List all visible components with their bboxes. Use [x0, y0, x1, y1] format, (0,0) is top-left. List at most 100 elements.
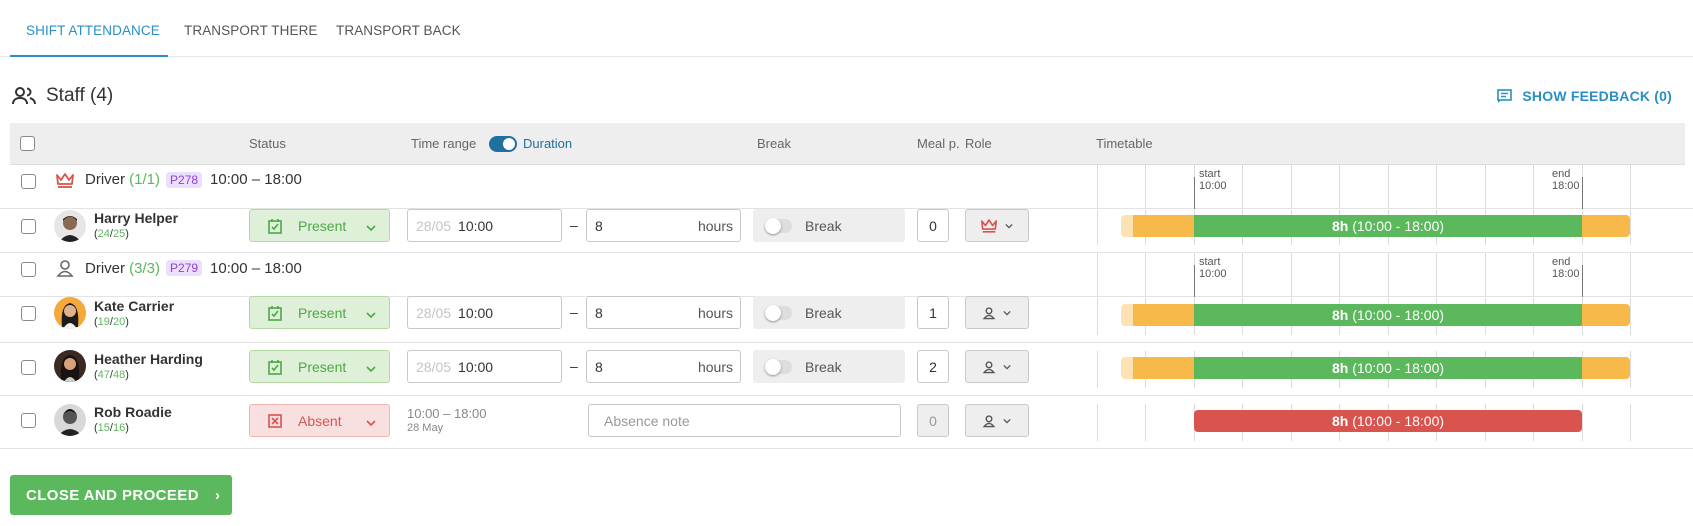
timetable-gridline: [1145, 404, 1146, 441]
pre-buffer: [1133, 304, 1194, 326]
timetable-gridline: [1630, 165, 1631, 209]
group-code-badge: P279: [166, 260, 203, 276]
duration-input[interactable]: 8 hours: [586, 296, 741, 329]
close-and-proceed-button[interactable]: CLOSE AND PROCEED ›: [10, 475, 232, 515]
start-date: 28/05: [416, 217, 452, 234]
col-time-range: Time range: [411, 136, 477, 151]
table-header: Status Time range Duration Break Meal p.…: [10, 123, 1685, 165]
break-switch[interactable]: [765, 358, 792, 375]
start-marker: [1194, 265, 1195, 297]
meal-input[interactable]: 2: [917, 350, 949, 383]
feedback-label: SHOW FEEDBACK (0): [1522, 88, 1672, 104]
row-checkbox[interactable]: [21, 360, 36, 375]
tab-transport-there[interactable]: TRANSPORT THERE: [184, 23, 318, 38]
timetable-gridline: [1097, 298, 1098, 335]
duration-toggle[interactable]: [489, 136, 517, 152]
status-select[interactable]: Present: [249, 296, 390, 329]
status-select[interactable]: Present: [249, 209, 390, 242]
timetable-gridline: [1097, 253, 1098, 297]
status-label: Present: [298, 217, 347, 234]
staff-title: Staff (4): [46, 85, 114, 106]
meal-input[interactable]: 0: [917, 209, 949, 242]
absent-date: 28 May: [407, 422, 444, 434]
group-count: (1/1): [129, 171, 161, 188]
status-select[interactable]: Absent: [249, 404, 390, 437]
timetable-gridline: [1485, 165, 1486, 209]
start-time-input[interactable]: 28/05 10:00: [407, 296, 562, 329]
timetable-gridline: [1388, 165, 1389, 209]
check-icon: [267, 218, 283, 234]
timetable-gridline: [1339, 253, 1340, 297]
duration-value: 8: [595, 358, 603, 375]
absence-note-input[interactable]: Absence note: [588, 404, 901, 437]
status-label: Present: [298, 358, 347, 375]
avatar: [54, 297, 86, 329]
end-time-label: 18:00: [1552, 268, 1580, 280]
timetable-gridline: [1097, 210, 1098, 245]
break-switch[interactable]: [765, 304, 792, 321]
bar-label: 8h (10:00 - 18:00): [1331, 360, 1445, 376]
person-icon: [56, 260, 74, 277]
group-title: Driver: [85, 259, 125, 277]
row-checkbox[interactable]: [21, 413, 36, 428]
col-role: Role: [965, 136, 992, 151]
tab-bar: SHIFT ATTENDANCE TRANSPORT THERE TRANSPO…: [0, 0, 1693, 57]
duration-unit: hours: [697, 359, 733, 375]
group-title: Driver: [85, 171, 125, 188]
x-box-icon: [267, 413, 283, 429]
break-switch[interactable]: [765, 217, 792, 234]
tab-transport-back[interactable]: TRANSPORT BACK: [336, 23, 461, 38]
attendance-bar: 8h (10:00 - 18:00): [1121, 357, 1630, 379]
group-time: 10:00 – 18:00: [210, 171, 302, 188]
start-date: 28/05: [416, 358, 452, 375]
post-buffer: [1582, 357, 1630, 379]
timetable-gridline: [1436, 253, 1437, 297]
absent-time-range: 10:00 – 18:00: [407, 406, 487, 421]
row-checkbox[interactable]: [21, 219, 36, 234]
start-time-input[interactable]: 28/05 10:00: [407, 209, 562, 242]
timetable-gridline: [1097, 404, 1098, 441]
tab-shift-attendance[interactable]: SHIFT ATTENDANCE: [26, 23, 160, 38]
col-duration[interactable]: Duration: [523, 136, 572, 151]
person-name: Harry Helper: [94, 210, 179, 226]
select-all-checkbox[interactable]: [20, 136, 35, 151]
person-count: (47/48): [94, 369, 129, 381]
row-checkbox[interactable]: [21, 306, 36, 321]
start-marker: [1194, 177, 1195, 209]
check-icon: [267, 305, 283, 321]
range-dash: –: [570, 304, 578, 320]
chevron-down-icon: [1005, 223, 1013, 229]
break-toggle[interactable]: Break: [753, 350, 905, 383]
break-label: Break: [805, 358, 842, 375]
meal-input[interactable]: 1: [917, 296, 949, 329]
timetable-gridline: [1436, 165, 1437, 209]
show-feedback-button[interactable]: SHOW FEEDBACK (0): [1497, 88, 1672, 104]
break-toggle[interactable]: Break: [753, 296, 905, 329]
duration-input[interactable]: 8 hours: [586, 209, 741, 242]
group-checkbox[interactable]: [21, 262, 36, 277]
chevron-down-icon: [365, 361, 377, 377]
chevron-down-icon: [1003, 364, 1011, 370]
start-label: start: [1199, 168, 1221, 180]
meal-input[interactable]: 0: [917, 404, 949, 437]
col-status: Status: [249, 136, 286, 151]
person-icon: [982, 306, 996, 319]
duration-input[interactable]: 8 hours: [586, 350, 741, 383]
status-label: Present: [298, 304, 347, 321]
timetable-gridline: [1630, 351, 1631, 388]
role-select[interactable]: [965, 296, 1029, 329]
chevron-down-icon: [365, 415, 377, 431]
attendance-bar: 8h (10:00 - 18:00): [1121, 304, 1630, 326]
break-toggle[interactable]: Break: [753, 209, 905, 242]
person-icon: [982, 414, 996, 427]
group-checkbox[interactable]: [21, 174, 36, 189]
role-select[interactable]: [965, 404, 1029, 437]
role-select[interactable]: [965, 209, 1029, 242]
role-select[interactable]: [965, 350, 1029, 383]
status-select[interactable]: Present: [249, 350, 390, 383]
timetable-gridline: [1097, 165, 1098, 209]
timetable-gridline: [1291, 165, 1292, 209]
end-marker: [1582, 177, 1583, 209]
attendance-bar: 8h (10:00 - 18:00): [1121, 215, 1630, 237]
start-time-input[interactable]: 28/05 10:00: [407, 350, 562, 383]
